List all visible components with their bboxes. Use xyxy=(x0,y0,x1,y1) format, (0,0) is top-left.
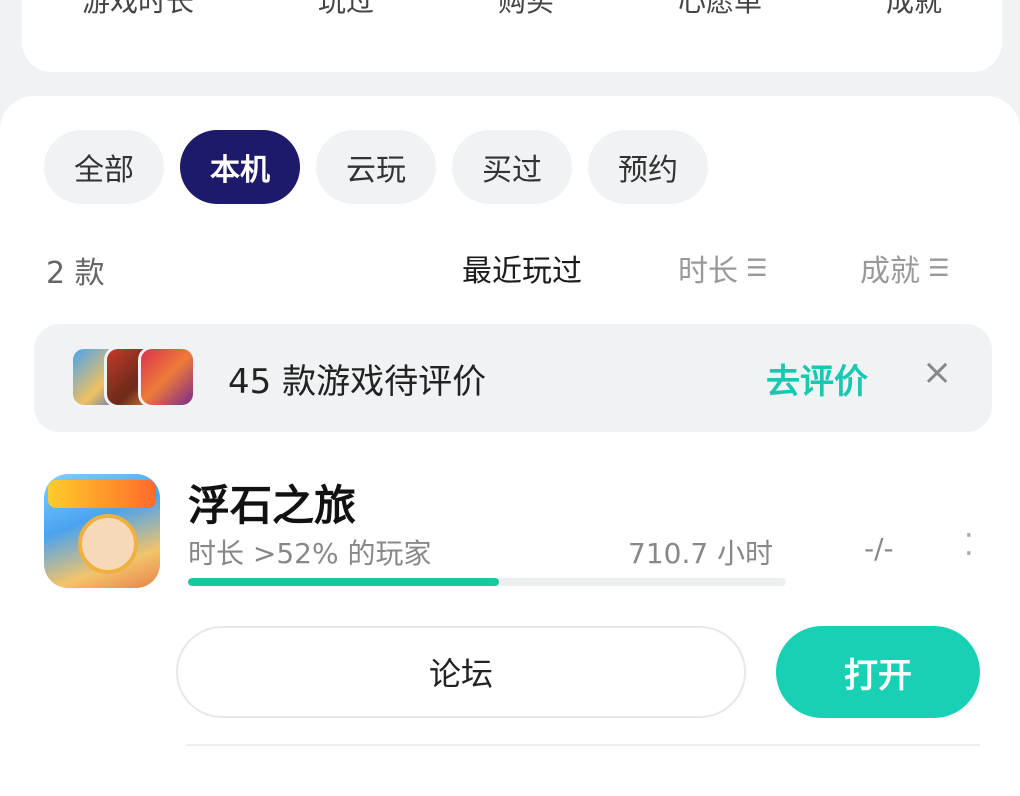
forum-button[interactable]: 论坛 xyxy=(176,626,746,718)
playtime-progress-bar xyxy=(188,578,786,586)
filter-chip-bought[interactable]: 买过 xyxy=(452,130,572,204)
game-title[interactable]: 浮石之旅 xyxy=(188,472,356,533)
stats-tab-played[interactable]: 玩过 xyxy=(318,0,374,20)
game-playtime-rank: 时长 >52% 的玩家 xyxy=(188,537,432,570)
more-options-icon[interactable]: ⁚ xyxy=(964,528,974,563)
close-icon[interactable]: × xyxy=(922,352,952,393)
sort-achievement-label: 成就 xyxy=(860,254,920,289)
sort-achievement-button[interactable]: 成就 ☰ xyxy=(860,246,950,290)
filter-chip-cloud[interactable]: 云玩 xyxy=(316,130,436,204)
sort-order-icon: ☰ xyxy=(746,254,768,282)
game-list-panel: 全部 本机 云玩 买过 预约 2 款 最近玩过 时长 ☰ 成就 ☰ 45 款游戏… xyxy=(0,96,1020,796)
sort-recent-button[interactable]: 最近玩过 xyxy=(462,246,582,290)
sort-duration-button[interactable]: 时长 ☰ xyxy=(678,246,768,290)
stats-tab-purchased[interactable]: 购买 xyxy=(498,0,554,20)
game-icon-character xyxy=(78,514,138,574)
stats-tab-wishlist[interactable]: 心愿单 xyxy=(678,0,762,20)
review-banner: 45 款游戏待评价 去评价 × xyxy=(34,324,992,432)
open-game-button-label: 打开 xyxy=(844,655,912,696)
review-banner-text: 45 款游戏待评价 xyxy=(228,362,487,402)
sort-order-icon: ☰ xyxy=(928,254,950,282)
game-count: 2 款 xyxy=(46,256,105,291)
game-icon[interactable] xyxy=(44,474,160,588)
forum-button-label: 论坛 xyxy=(428,655,493,693)
list-divider xyxy=(186,744,980,746)
game-achievements: -/- xyxy=(864,532,894,565)
stats-card: 游戏时长 玩过 购买 心愿单 成就 xyxy=(22,0,1002,72)
sort-recent-label: 最近玩过 xyxy=(462,254,582,289)
filter-chips: 全部 本机 云玩 买过 预约 xyxy=(44,130,708,204)
stats-tabs: 游戏时长 玩过 购买 心愿单 成就 xyxy=(22,0,1002,20)
playtime-progress-fill xyxy=(188,578,499,586)
stats-tab-playtime[interactable]: 游戏时长 xyxy=(82,0,194,20)
open-game-button[interactable]: 打开 xyxy=(776,626,980,718)
stats-tab-achievements[interactable]: 成就 xyxy=(886,0,942,20)
review-now-button[interactable]: 去评价 xyxy=(766,354,868,403)
filter-chip-reserved[interactable]: 预约 xyxy=(588,130,708,204)
filter-chip-all[interactable]: 全部 xyxy=(44,130,164,204)
sort-duration-label: 时长 xyxy=(678,254,738,289)
filter-chip-local[interactable]: 本机 xyxy=(180,130,300,204)
game-thumbnail xyxy=(138,346,196,408)
game-playtime-hours: 710.7 小时 xyxy=(628,537,774,570)
game-icon-badge xyxy=(48,480,156,508)
